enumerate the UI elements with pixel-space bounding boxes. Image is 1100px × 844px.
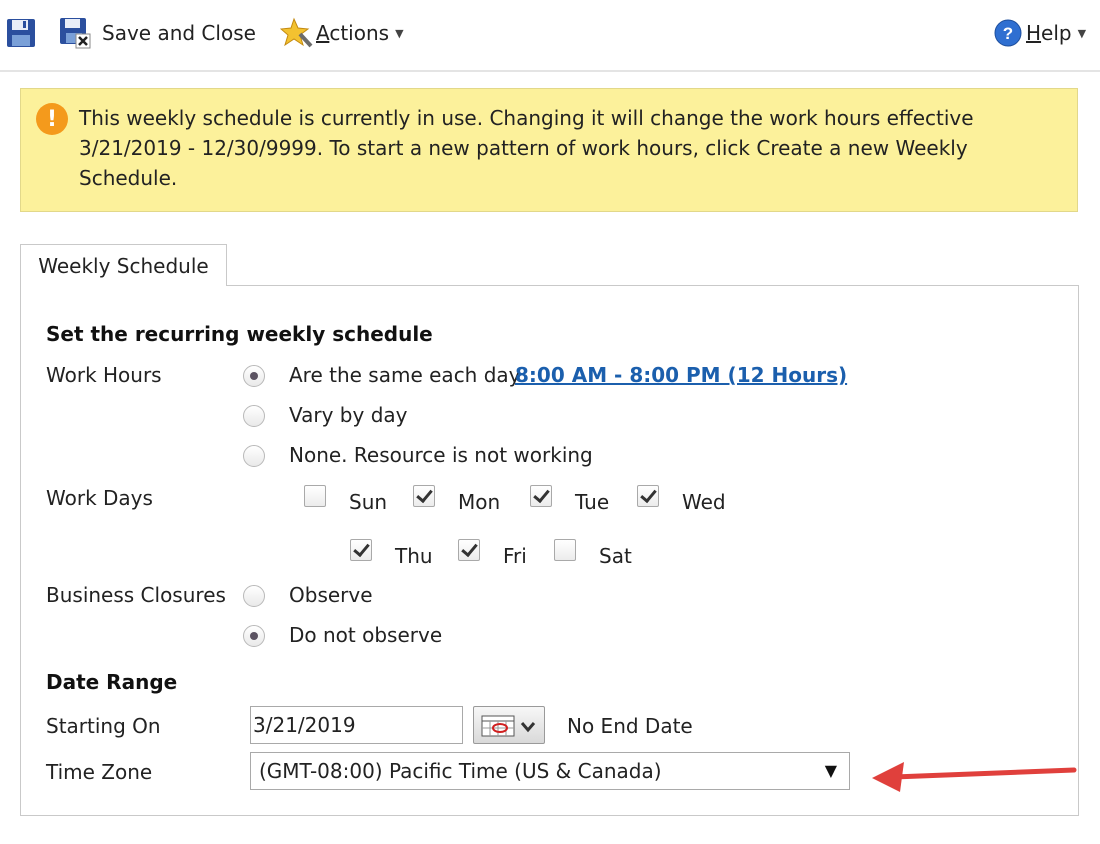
actions-star-icon [280, 17, 313, 48]
save-close-icon [60, 18, 91, 49]
work-hours-link[interactable]: 8:00 AM - 8:00 PM (12 Hours) [515, 363, 847, 387]
do-not-observe-label: Do not observe [289, 623, 443, 647]
save-and-close-button[interactable]: Save and Close [58, 12, 256, 54]
radio-do-not-observe[interactable] [243, 625, 265, 647]
warning-icon: ! [36, 103, 68, 135]
day-label-fri: Fri [503, 544, 527, 568]
day-label-thu: Thu [395, 544, 433, 568]
radio-not-working[interactable] [243, 445, 265, 467]
day-label-tue: Tue [575, 490, 610, 514]
day-label-wed: Wed [682, 490, 726, 514]
time-zone-select[interactable]: (GMT-08:00) Pacific Time (US & Canada) ▼ [250, 752, 850, 790]
radio-vary-by-day[interactable] [243, 405, 265, 427]
work-hours-label: Work Hours [46, 363, 162, 387]
start-date-input[interactable]: 3/21/2019 [250, 706, 463, 744]
notification-text: This weekly schedule is currently in use… [79, 106, 974, 190]
help-menu-button[interactable]: ? Help ▼ [994, 12, 1086, 54]
day-label-sun: Sun [349, 490, 388, 514]
checkbox-wed[interactable] [637, 485, 659, 507]
radio-observe[interactable] [243, 585, 265, 607]
time-zone-label: Time Zone [46, 760, 153, 784]
no-end-date-label: No End Date [567, 714, 693, 738]
day-label-sat: Sat [599, 544, 632, 568]
checkbox-thu[interactable] [350, 539, 372, 561]
tab-weekly-schedule[interactable]: Weekly Schedule [20, 244, 227, 286]
date-picker-button[interactable] [473, 706, 545, 744]
section-title-date-range: Date Range [46, 670, 178, 694]
starting-on-label: Starting On [46, 714, 161, 738]
actions-label: Actions [316, 21, 390, 45]
checkbox-sat[interactable] [554, 539, 576, 561]
checkbox-fri[interactable] [458, 539, 480, 561]
time-zone-value: (GMT-08:00) Pacific Time (US & Canada) [259, 759, 662, 783]
checkbox-sun[interactable] [304, 485, 326, 507]
vary-by-day-label: Vary by day [289, 403, 408, 427]
chevron-down-icon: ▼ [395, 26, 404, 40]
observe-label: Observe [289, 583, 373, 607]
business-closures-label: Business Closures [46, 583, 226, 607]
calendar-icon [481, 715, 536, 737]
svg-text:?: ? [1003, 24, 1013, 43]
chevron-down-icon: ▼ [1077, 26, 1087, 40]
same-each-day-label: Are the same each day [289, 363, 521, 387]
work-days-label: Work Days [46, 486, 153, 510]
help-icon: ? [994, 19, 1022, 47]
annotation-arrow [872, 762, 1077, 792]
in-use-notification: ! This weekly schedule is currently in u… [20, 88, 1078, 212]
not-working-label: None. Resource is not working [289, 443, 593, 467]
actions-menu-button[interactable]: Actions ▼ [280, 12, 404, 54]
checkbox-tue[interactable] [530, 485, 552, 507]
help-label: Help [1026, 21, 1072, 45]
save-and-close-label: Save and Close [102, 21, 256, 45]
save-button[interactable] [6, 12, 36, 54]
command-bar: Save and Close Actions ▼ ? Help ▼ [0, 0, 1100, 72]
floppy-disk-icon [7, 19, 35, 47]
radio-same-each-day[interactable] [243, 365, 265, 387]
checkbox-mon[interactable] [413, 485, 435, 507]
day-label-mon: Mon [458, 490, 501, 514]
dropdown-arrow-icon: ▼ [824, 761, 837, 780]
section-title-schedule: Set the recurring weekly schedule [46, 322, 433, 346]
